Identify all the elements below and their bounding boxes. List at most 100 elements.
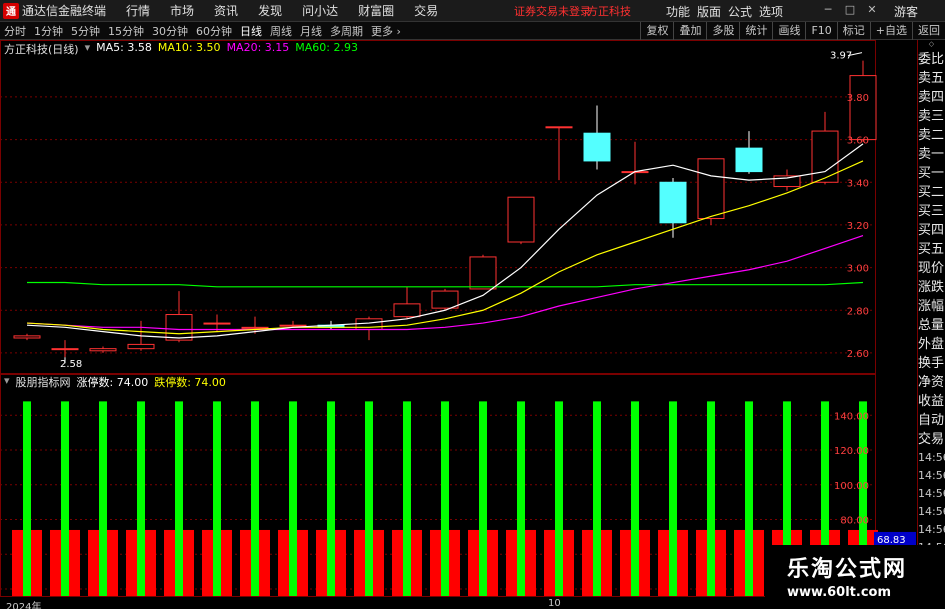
side-label[interactable]: 买五 (918, 240, 945, 259)
side-label[interactable]: 自动 (918, 411, 945, 430)
broker-name[interactable]: 方正科技 (587, 3, 631, 19)
side-label[interactable]: 委比 (918, 50, 945, 69)
menu-wealth[interactable]: 财富圈 (358, 2, 394, 19)
ma60-line (27, 281, 864, 288)
limit-up-bar (403, 401, 411, 596)
candle-body (279, 324, 307, 327)
side-label[interactable]: 交易 (918, 430, 945, 449)
side-label[interactable]: 涨跌 (918, 278, 945, 297)
side-time: 14:56 (918, 487, 945, 500)
candle-body (165, 314, 193, 341)
side-label[interactable]: 卖二 (918, 126, 945, 145)
limit-up-bar (593, 401, 601, 596)
limit-up-bar (99, 401, 107, 596)
side-label[interactable]: 净资 (918, 373, 945, 392)
side-label[interactable]: 卖三 (918, 107, 945, 126)
indicator-tick-label: 80.00 (840, 516, 869, 527)
menu-ask[interactable]: 问小达 (302, 2, 338, 19)
period-5min[interactable]: 5分钟 (67, 23, 104, 39)
login-status[interactable]: 证券交易未登录 (514, 3, 591, 19)
menu-discover[interactable]: 发现 (258, 2, 282, 19)
menu-layout[interactable]: 版面 (697, 3, 721, 20)
menu-options[interactable]: 选项 (759, 3, 783, 20)
tool-add-watchlist[interactable]: +自选 (869, 22, 912, 40)
side-time: 14:56 (918, 451, 945, 464)
indicator-bars (12, 401, 878, 596)
limit-up-bar (745, 401, 753, 596)
watermark-text: 乐淘公式网 (787, 557, 908, 582)
period-1min[interactable]: 1分钟 (30, 23, 67, 39)
tool-f10[interactable]: F10 (805, 22, 836, 40)
tool-mark[interactable]: 标记 (836, 22, 870, 40)
period-weekly[interactable]: 周线 (266, 23, 296, 39)
minimize-icon[interactable]: ─ (820, 2, 836, 18)
watermark-url: www.60lt.com (787, 585, 892, 600)
side-label[interactable]: 卖一 (918, 145, 945, 164)
indicator-name[interactable]: 股朋指标网 (16, 374, 71, 390)
menu-function[interactable]: 功能 (666, 3, 690, 20)
menu-trade[interactable]: 交易 (414, 2, 438, 19)
period-daily[interactable]: 日线 (236, 23, 266, 39)
side-label[interactable]: 现价 (918, 259, 945, 278)
menu-bar: 通 通达信金融终端 行情 市场 资讯 发现 问小达 财富圈 交易 证券交易未登录… (0, 0, 945, 22)
candle-body (89, 348, 117, 352)
limit-up-bar (365, 401, 373, 596)
settings-icon[interactable]: ▾ (85, 41, 91, 57)
user-guest[interactable]: 游客 (894, 3, 918, 20)
window-controls: ─ □ ✕ (820, 2, 880, 18)
kline-chart[interactable]: 3.80 3.60 3.40 3.20 3.00 2.80 2.60 140.00 120.0… (0, 40, 917, 598)
ma20-line (26, 235, 864, 331)
tool-stats[interactable]: 统计 (739, 22, 772, 40)
menu-news[interactable]: 资讯 (214, 2, 238, 19)
candle-body (507, 196, 535, 243)
app-title: 通达信金融终端 (22, 4, 107, 18)
side-label[interactable]: 买三 (918, 202, 945, 221)
tool-overlay[interactable]: 叠加 (673, 22, 706, 40)
candle-body (735, 147, 763, 173)
candle-body (393, 303, 421, 318)
period-15min[interactable]: 15分钟 (104, 23, 148, 39)
candle-body (545, 126, 573, 129)
side-label[interactable]: 买四 (918, 221, 945, 240)
side-label[interactable]: 卖四 (918, 88, 945, 107)
limit-up-bar (61, 401, 69, 596)
candle-body (849, 75, 877, 141)
side-label[interactable]: 总量 (918, 316, 945, 335)
candle-body (659, 181, 687, 224)
tool-adjust[interactable]: 复权 (640, 22, 673, 40)
period-monthly[interactable]: 月线 (296, 23, 326, 39)
period-more[interactable]: 更多 › (367, 23, 405, 39)
side-time: 14:56 (918, 523, 945, 536)
side-label[interactable]: 买二 (918, 183, 945, 202)
menu-quotes[interactable]: 行情 (126, 2, 150, 19)
menu-market[interactable]: 市场 (170, 2, 194, 19)
price-tick-label: 3.00 (847, 264, 869, 275)
limit-up-bar (327, 401, 335, 596)
side-label[interactable]: 外盘 (918, 335, 945, 354)
tool-multi-stock[interactable]: 多股 (706, 22, 739, 40)
menu-formula[interactable]: 公式 (728, 3, 752, 20)
tool-draw[interactable]: 画线 (772, 22, 805, 40)
side-label[interactable]: 收益 (918, 392, 945, 411)
indicator-tick-label: 120.00 (834, 446, 869, 457)
price-tick-label: 3.40 (847, 178, 869, 189)
chart-legend: 方正科技(日线) ▾ MA5: 3.58 MA10: 3.50 MA20: 3.… (4, 41, 358, 57)
period-60min[interactable]: 60分钟 (192, 23, 236, 39)
side-label[interactable]: 涨幅 (918, 297, 945, 316)
close-icon[interactable]: ✕ (864, 2, 880, 18)
side-label[interactable]: 换手 (918, 354, 945, 373)
indicator-tick-label: 140.00 (834, 411, 869, 422)
limit-up-bar (175, 401, 183, 596)
period-multi[interactable]: 多周期 (326, 23, 367, 39)
period-30min[interactable]: 30分钟 (148, 23, 192, 39)
maximize-icon[interactable]: □ (842, 2, 858, 18)
candle-body (127, 343, 155, 350)
candle-body (51, 348, 79, 351)
stock-label[interactable]: 方正科技(日线) (4, 41, 79, 57)
indicator-settings-icon[interactable]: ▾ (4, 374, 10, 390)
period-tick[interactable]: 分时 (0, 23, 30, 39)
side-label[interactable]: 买一 (918, 164, 945, 183)
tool-back[interactable]: 返回 (912, 22, 945, 40)
side-label[interactable]: 卖五 (918, 69, 945, 88)
indicator-tick-label: 100.00 (834, 481, 869, 492)
